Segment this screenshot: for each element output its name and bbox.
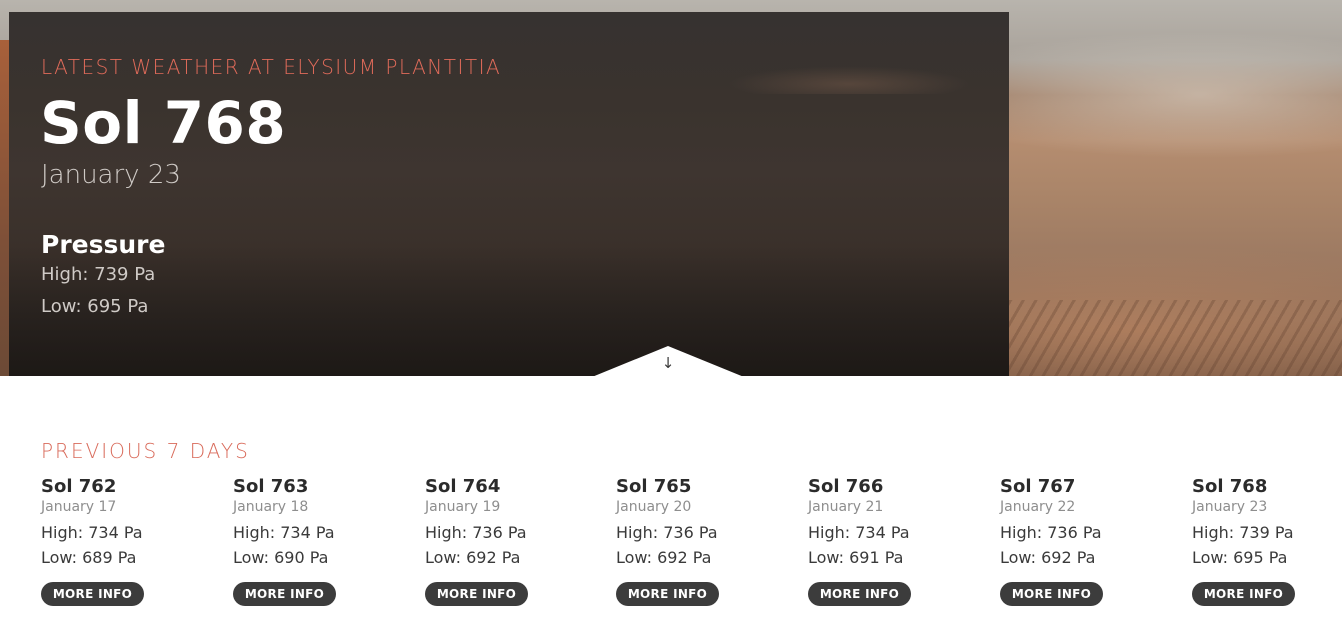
day-sol: Sol 764 [425, 476, 501, 497]
day-card-sol-766: Sol 766 January 21 High: 734 Pa Low: 691… [808, 476, 988, 606]
day-pressure-high: High: 736 Pa [616, 523, 718, 542]
day-date: January 21 [808, 499, 884, 515]
day-pressure-low: Low: 692 Pa [1000, 548, 1096, 567]
day-sol: Sol 768 [1192, 476, 1268, 497]
more-info-button[interactable]: MORE INFO [616, 582, 719, 606]
day-pressure-low: Low: 692 Pa [425, 548, 521, 567]
previous-days-heading: PREVIOUS 7 DAYS [41, 439, 250, 463]
day-date: January 19 [425, 499, 501, 515]
more-info-button[interactable]: MORE INFO [1000, 582, 1103, 606]
pressure-heading: Pressure [41, 230, 166, 259]
day-sol: Sol 765 [616, 476, 692, 497]
day-date: January 17 [41, 499, 117, 515]
day-card-sol-765: Sol 765 January 20 High: 736 Pa Low: 692… [616, 476, 796, 606]
day-sol: Sol 766 [808, 476, 884, 497]
current-pressure-low: Low: 695 Pa [41, 296, 149, 317]
day-date: January 18 [233, 499, 309, 515]
day-pressure-high: High: 734 Pa [808, 523, 910, 542]
day-pressure-low: Low: 692 Pa [616, 548, 712, 567]
day-card-sol-762: Sol 762 January 17 High: 734 Pa Low: 689… [41, 476, 221, 606]
day-sol: Sol 762 [41, 476, 117, 497]
landscape-dune [729, 54, 1009, 94]
more-info-button[interactable]: MORE INFO [41, 582, 144, 606]
day-pressure-high: High: 734 Pa [233, 523, 335, 542]
hero-mars-landscape: LATEST WEATHER AT ELYSIUM PLANTITIA Sol … [0, 0, 1342, 376]
day-sol: Sol 763 [233, 476, 309, 497]
current-pressure-high: High: 739 Pa [41, 264, 156, 285]
more-info-button[interactable]: MORE INFO [425, 582, 528, 606]
day-pressure-high: High: 739 Pa [1192, 523, 1294, 542]
day-date: January 20 [616, 499, 692, 515]
more-info-button[interactable]: MORE INFO [1192, 582, 1295, 606]
day-pressure-low: Low: 695 Pa [1192, 548, 1288, 567]
day-date: January 23 [1192, 499, 1268, 515]
day-date: January 22 [1000, 499, 1076, 515]
day-pressure-low: Low: 689 Pa [41, 548, 137, 567]
arrow-down-icon: ↓ [661, 354, 675, 372]
landscape-shadow [9, 242, 1009, 376]
day-pressure-high: High: 734 Pa [41, 523, 143, 542]
more-info-button[interactable]: MORE INFO [808, 582, 911, 606]
day-card-sol-768: Sol 768 January 23 High: 739 Pa Low: 695… [1192, 476, 1332, 606]
day-pressure-low: Low: 691 Pa [808, 548, 904, 567]
day-pressure-low: Low: 690 Pa [233, 548, 329, 567]
current-weather-heading: LATEST WEATHER AT ELYSIUM PLANTITIA [41, 55, 502, 79]
day-pressure-high: High: 736 Pa [425, 523, 527, 542]
landscape-ground-texture [1009, 300, 1342, 376]
day-sol: Sol 767 [1000, 476, 1076, 497]
more-info-button[interactable]: MORE INFO [233, 582, 336, 606]
day-pressure-high: High: 736 Pa [1000, 523, 1102, 542]
day-card-sol-763: Sol 763 January 18 High: 734 Pa Low: 690… [233, 476, 413, 606]
current-sol: Sol 768 [40, 89, 287, 157]
day-card-sol-764: Sol 764 January 19 High: 736 Pa Low: 692… [425, 476, 605, 606]
current-date: January 23 [41, 160, 181, 190]
show-previous-toggle[interactable]: ↓ [592, 346, 744, 377]
day-card-sol-767: Sol 767 January 22 High: 736 Pa Low: 692… [1000, 476, 1180, 606]
